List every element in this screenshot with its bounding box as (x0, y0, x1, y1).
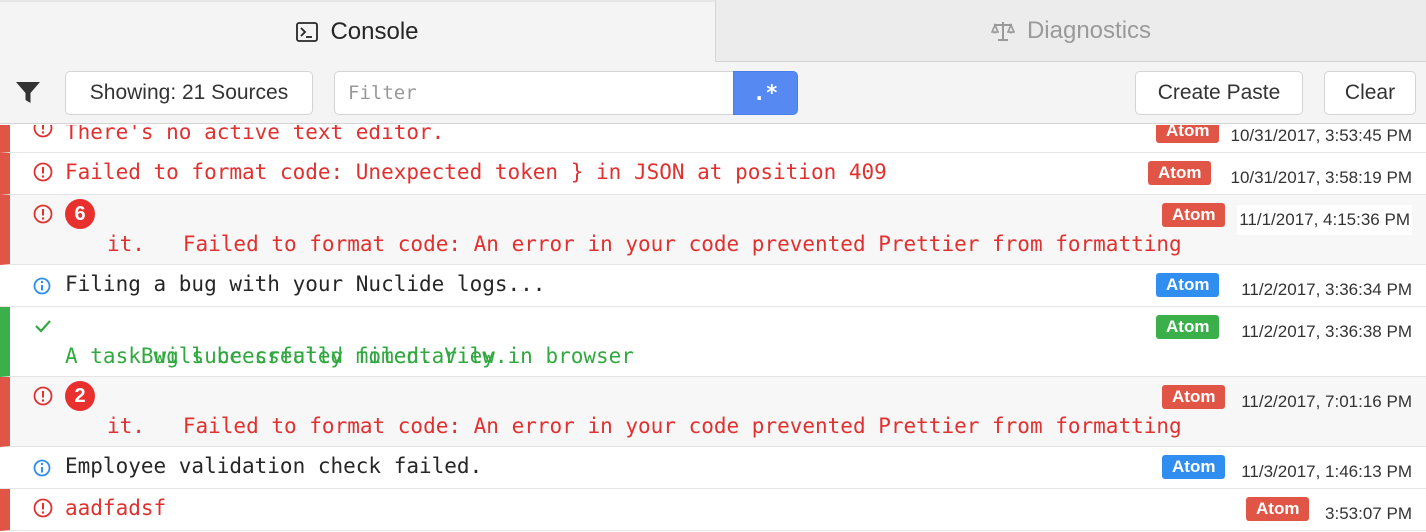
log-timestamp: 10/31/2017, 3:58:19 PM (1230, 168, 1412, 187)
source-badge: Atom (1162, 203, 1226, 227)
tab-console[interactable]: Console (0, 0, 715, 62)
filter-input[interactable] (334, 71, 734, 115)
repeat-count-badge: 2 (65, 381, 95, 411)
log-message: Employee validation check failed. (65, 454, 483, 478)
log-message: There's no active text editor. (65, 125, 445, 144)
tab-diagnostics[interactable]: Diagnostics (715, 0, 1426, 62)
log-timestamp: 11/2/2017, 3:36:38 PM (1241, 322, 1412, 341)
log-row[interactable]: There's no active text editor. Atom 10/3… (0, 125, 1426, 153)
console-toolbar: Showing: 21 Sources .* Create Paste Clea… (0, 62, 1426, 124)
log-row[interactable]: aadfadsf Atom 3:53:07 PM (0, 489, 1426, 531)
tab-console-label: Console (330, 18, 419, 45)
log-timestamp: 10/31/2017, 3:53:45 PM (1230, 126, 1412, 145)
log-row[interactable]: Failed to format code: Unexpected token … (0, 153, 1426, 195)
log-row[interactable]: 2 Failed to format code: An error in you… (0, 377, 1426, 447)
source-badge: Atom (1156, 125, 1220, 143)
tab-diagnostics-label: Diagnostics (1026, 16, 1152, 44)
log-message: aadfadsf (65, 496, 167, 520)
source-badge: Atom (1156, 273, 1220, 297)
log-message: Filing a bug with your Nuclide logs... (65, 272, 546, 296)
check-icon (32, 315, 54, 337)
alert-circle-icon (32, 203, 54, 225)
log-row[interactable]: Filing a bug with your Nuclide logs... A… (0, 265, 1426, 307)
log-row[interactable]: 6 Failed to format code: An error in you… (0, 195, 1426, 265)
log-timestamp: 11/2/2017, 7:01:16 PM (1241, 392, 1412, 411)
log-timestamp: 11/3/2017, 1:46:13 PM (1241, 462, 1412, 481)
tab-bar: Console Diagnostics (0, 0, 1426, 62)
terminal-icon (296, 22, 319, 42)
source-badge: Atom (1246, 497, 1310, 521)
info-circle-icon (32, 274, 54, 296)
log-timestamp: 3:53:07 PM (1325, 504, 1412, 523)
clear-button[interactable]: Clear (1324, 71, 1416, 115)
info-circle-icon (32, 456, 54, 478)
log-message: Failed to format code: Unexpected token … (65, 160, 887, 184)
log-row[interactable]: Employee validation check failed. Atom 1… (0, 447, 1426, 489)
log-row[interactable]: Bug successfully filed. View in browser … (0, 307, 1426, 377)
create-paste-button[interactable]: Create Paste (1135, 71, 1303, 115)
sources-button[interactable]: Showing: 21 Sources (65, 71, 313, 115)
alert-circle-icon (32, 161, 54, 183)
funnel-icon[interactable] (15, 80, 41, 106)
source-badge: Atom (1148, 161, 1212, 185)
scales-icon (990, 20, 1015, 42)
repeat-count-badge: 6 (65, 199, 95, 229)
source-badge: Atom (1156, 315, 1220, 339)
log-timestamp: 11/2/2017, 3:36:34 PM (1241, 280, 1412, 299)
alert-circle-icon (32, 125, 54, 139)
alert-circle-icon (32, 385, 54, 407)
regex-toggle-button[interactable]: .* (733, 71, 798, 115)
source-badge: Atom (1162, 385, 1226, 409)
source-badge: Atom (1162, 455, 1226, 479)
alert-circle-icon (32, 497, 54, 519)
log-timestamp: 11/1/2017, 4:15:36 PM (1237, 205, 1412, 235)
console-record-list[interactable]: There's no active text editor. Atom 10/3… (0, 125, 1426, 532)
